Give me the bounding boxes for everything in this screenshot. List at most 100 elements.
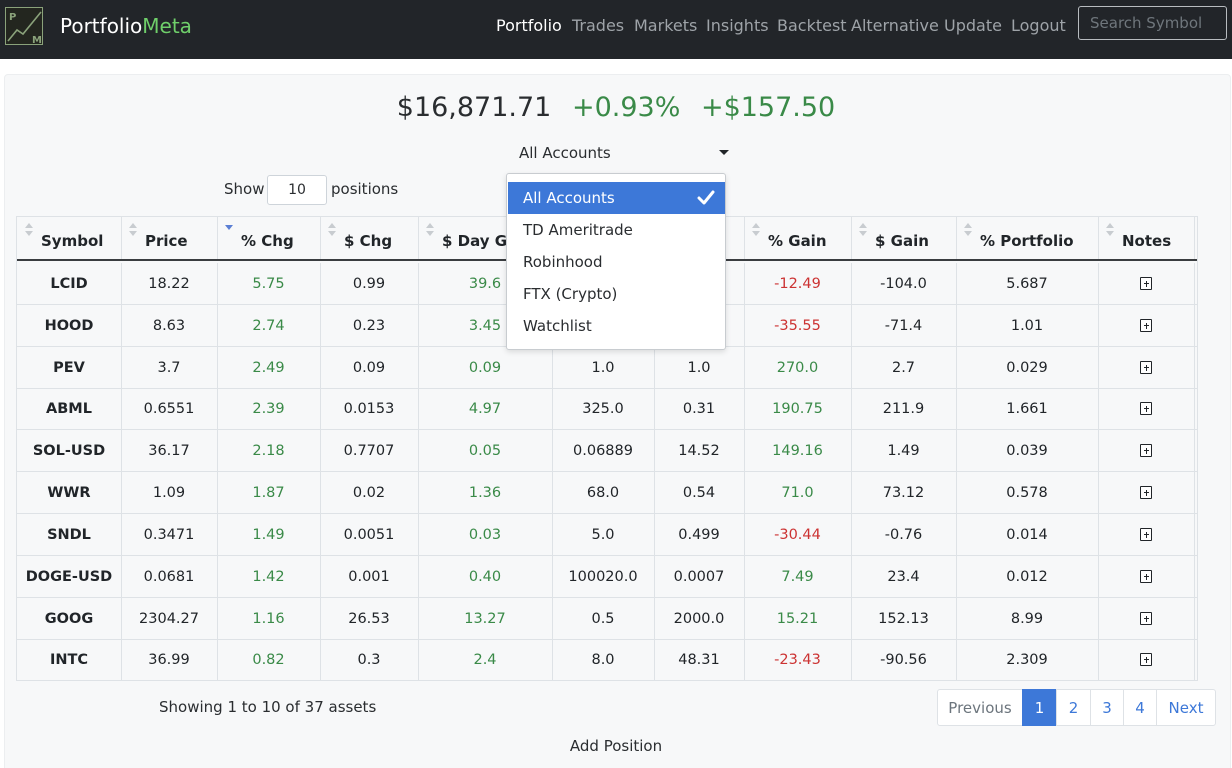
cell-pct-portfolio: 1.01 xyxy=(956,305,1099,346)
cell-pct-chg: 1.87 xyxy=(217,472,321,513)
cell-dollar-day-gain: 4.97 xyxy=(418,388,553,429)
cell-price: 2304.27 xyxy=(121,598,218,639)
column-header-pct-gain[interactable]: % Gain xyxy=(744,217,852,259)
cell-price: 3.7 xyxy=(121,347,218,388)
nav-insights[interactable]: Insights xyxy=(706,16,769,35)
nav-backtest[interactable]: Backtest xyxy=(777,16,847,35)
chart-logo-icon: P M xyxy=(7,11,42,46)
page-previous-button[interactable]: Previous xyxy=(937,689,1023,726)
cell-dollar-chg: 0.09 xyxy=(320,347,419,388)
cell-notes xyxy=(1098,556,1195,597)
cell-symbol[interactable]: HOOD xyxy=(17,305,122,346)
cell-symbol[interactable]: SOL-USD xyxy=(17,430,122,471)
cell-symbol[interactable]: INTC xyxy=(17,639,122,680)
cell-symbol[interactable]: WWR xyxy=(17,472,122,513)
search-symbol-input[interactable] xyxy=(1078,6,1227,40)
cell-symbol[interactable]: GOOG xyxy=(17,598,122,639)
column-header-pct-chg[interactable]: % Chg xyxy=(217,217,321,259)
account-option-td-ameritrade[interactable]: TD Ameritrade xyxy=(508,214,725,246)
column-header-dollar-gain[interactable]: $ Gain xyxy=(851,217,957,259)
add-note-icon[interactable] xyxy=(1140,402,1152,415)
add-note-icon[interactable] xyxy=(1140,612,1152,625)
svg-text:M: M xyxy=(32,35,42,46)
page-2-button[interactable]: 2 xyxy=(1056,689,1091,726)
cell-pct-gain: 190.75 xyxy=(744,388,852,429)
table-row[interactable]: DOGE-USD 0.0681 1.42 0.001 0.40 100020.0 0.000… xyxy=(17,556,1197,598)
cell-pct-chg: 1.42 xyxy=(217,556,321,597)
cell-pct-chg: 1.49 xyxy=(217,514,321,555)
add-note-icon[interactable] xyxy=(1140,277,1152,290)
add-note-icon[interactable] xyxy=(1140,653,1152,666)
cell-dollar-gain: -0.76 xyxy=(851,514,957,555)
cell-dollar-gain: 211.9 xyxy=(851,388,957,429)
cell-dollar-chg: 26.53 xyxy=(320,598,419,639)
column-header-price[interactable]: Price xyxy=(121,217,218,259)
page-next-button[interactable]: Next xyxy=(1156,689,1216,726)
logo[interactable]: P M xyxy=(5,7,43,46)
cell-pct-chg: 2.39 xyxy=(217,388,321,429)
nav-markets[interactable]: Markets xyxy=(634,16,697,35)
cell-pct-gain: 149.16 xyxy=(744,430,852,471)
column-header-label: % Portfolio xyxy=(980,232,1074,250)
sort-icon xyxy=(859,223,867,236)
table-info: Showing 1 to 10 of 37 assets xyxy=(159,698,377,716)
column-header-notes[interactable]: Notes xyxy=(1098,217,1195,259)
account-option-ftx-crypto[interactable]: FTX (Crypto) xyxy=(508,278,725,310)
table-row[interactable]: GOOG 2304.27 1.16 26.53 13.27 0.5 2000.0 15.21 1… xyxy=(17,598,1197,640)
add-note-icon[interactable] xyxy=(1140,361,1152,374)
add-note-icon[interactable] xyxy=(1140,444,1152,457)
sort-icon xyxy=(328,223,336,236)
cell-cost: 0.54 xyxy=(654,472,745,513)
page-4-button[interactable]: 4 xyxy=(1123,689,1157,726)
add-note-icon[interactable] xyxy=(1140,319,1152,332)
add-note-icon[interactable] xyxy=(1140,570,1152,583)
page-1-button[interactable]: 1 xyxy=(1022,689,1057,726)
positions-count-input[interactable] xyxy=(267,175,327,205)
cell-dollar-day-gain: 1.36 xyxy=(418,472,553,513)
cell-dollar-gain: 2.7 xyxy=(851,347,957,388)
positions-label: positions xyxy=(331,180,399,198)
cell-symbol[interactable]: SNDL xyxy=(17,514,122,555)
cell-cost: 2000.0 xyxy=(654,598,745,639)
nav-logout[interactable]: Logout xyxy=(1011,16,1066,35)
brand-name[interactable]: PortfolioMeta xyxy=(60,14,192,38)
table-row[interactable]: PEV 3.7 2.49 0.09 0.09 1.0 1.0 270.0 2.7 0.029 xyxy=(17,347,1197,389)
account-option-watchlist[interactable]: Watchlist xyxy=(508,310,725,342)
cell-pct-gain: -12.49 xyxy=(744,263,852,304)
cell-symbol[interactable]: DOGE-USD xyxy=(17,556,122,597)
column-header-dollar-chg[interactable]: $ Chg xyxy=(320,217,419,259)
nav-trades[interactable]: Trades xyxy=(572,16,624,35)
page-3-button[interactable]: 3 xyxy=(1090,689,1124,726)
table-row[interactable]: SOL-USD 36.17 2.18 0.7707 0.05 0.06889 14.52 14… xyxy=(17,430,1197,472)
cell-price: 8.63 xyxy=(121,305,218,346)
cell-symbol[interactable]: ABML xyxy=(17,388,122,429)
cell-symbol[interactable]: PEV xyxy=(17,347,122,388)
cell-dollar-chg: 0.3 xyxy=(320,639,419,680)
nav-update[interactable]: Update xyxy=(944,16,1002,35)
column-header-label: % Gain xyxy=(768,232,827,250)
table-row[interactable]: SNDL 0.3471 1.49 0.0051 0.03 5.0 0.499 -30.44 -0… xyxy=(17,514,1197,556)
cell-cost: 0.31 xyxy=(654,388,745,429)
cell-dollar-day-gain: 13.27 xyxy=(418,598,553,639)
cell-symbol[interactable]: LCID xyxy=(17,263,122,304)
account-select[interactable]: All Accounts xyxy=(509,140,729,166)
add-note-icon[interactable] xyxy=(1140,486,1152,499)
add-position-button[interactable]: Add Position xyxy=(0,737,1232,755)
account-option-robinhood[interactable]: Robinhood xyxy=(508,246,725,278)
nav-alternative[interactable]: Alternative xyxy=(851,16,939,35)
table-row[interactable]: ABML 0.6551 2.39 0.0153 4.97 325.0 0.31 190.75 2… xyxy=(17,388,1197,430)
cell-price: 0.6551 xyxy=(121,388,218,429)
column-header-pct-portfolio[interactable]: % Portfolio xyxy=(956,217,1099,259)
cell-price: 36.17 xyxy=(121,430,218,471)
nav-portfolio[interactable]: Portfolio xyxy=(496,16,562,35)
column-header-label: Price xyxy=(145,232,188,250)
cell-pct-gain: 7.49 xyxy=(744,556,852,597)
cell-pct-gain: -30.44 xyxy=(744,514,852,555)
cell-cost: 1.0 xyxy=(654,347,745,388)
cell-notes xyxy=(1098,514,1195,555)
table-row[interactable]: WWR 1.09 1.87 0.02 1.36 68.0 0.54 71.0 73.12 0.57… xyxy=(17,472,1197,514)
account-option-all[interactable]: All Accounts xyxy=(508,182,725,214)
column-header-symbol[interactable]: Symbol xyxy=(17,217,122,259)
add-note-icon[interactable] xyxy=(1140,528,1152,541)
table-row[interactable]: INTC 36.99 0.82 0.3 2.4 8.0 48.31 -23.43 -90.56 2… xyxy=(17,639,1197,680)
